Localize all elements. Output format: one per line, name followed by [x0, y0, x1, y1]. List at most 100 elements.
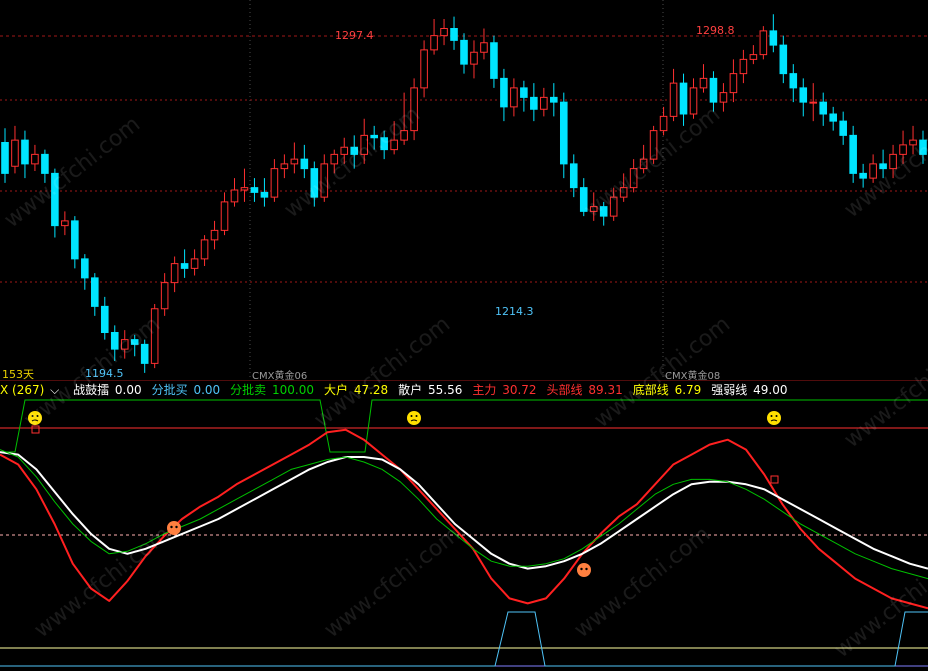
- candle-up: [899, 130, 907, 164]
- candle-down: [180, 249, 189, 278]
- candle-down: [81, 254, 89, 290]
- candle-up: [809, 83, 818, 122]
- candle-body: [420, 49, 428, 89]
- candle-down: [1, 128, 9, 183]
- candle-up: [619, 173, 628, 202]
- candle-body: [829, 113, 837, 122]
- candle-down: [799, 78, 808, 117]
- candle-body: [689, 87, 698, 115]
- signal-box-1: [31, 425, 40, 434]
- candle-down: [789, 64, 798, 103]
- candle-body: [460, 39, 468, 65]
- candle-body: [869, 163, 877, 179]
- candle-body: [779, 44, 788, 75]
- candle-up: [889, 144, 897, 179]
- candle-body: [729, 73, 738, 94]
- candle-body: [280, 163, 289, 170]
- candle-body: [320, 163, 329, 198]
- candle-up: [160, 273, 169, 316]
- candle-up: [31, 144, 39, 171]
- candle-up: [470, 40, 478, 79]
- candle-down: [310, 161, 319, 207]
- candle-down: [490, 35, 498, 88]
- indicator-series-line: [0, 428, 928, 610]
- candle-down: [500, 68, 508, 122]
- candle-body: [51, 172, 59, 227]
- indicator-lines: [0, 428, 928, 610]
- candle-body: [240, 187, 249, 191]
- candle-down: [530, 83, 538, 122]
- candle-body: [759, 30, 768, 56]
- candle-body: [41, 153, 49, 174]
- candle-body: [190, 258, 199, 269]
- candle-down: [779, 35, 788, 84]
- candle-body: [839, 120, 847, 136]
- candle-body: [380, 137, 388, 151]
- candle-body: [250, 187, 259, 193]
- candle-body: [140, 343, 149, 364]
- candle-body: [849, 134, 857, 174]
- candle-body: [799, 87, 808, 103]
- candle-body: [11, 139, 19, 167]
- candle-body: [81, 258, 89, 279]
- candle-body: [350, 146, 359, 155]
- candle-body: [260, 191, 269, 198]
- candle-body: [91, 277, 99, 307]
- candle-body: [879, 163, 887, 170]
- candle-up: [200, 235, 209, 266]
- indicator-chart[interactable]: [0, 380, 928, 671]
- candle-body: [370, 134, 378, 139]
- candle-down: [260, 178, 269, 207]
- candle-up: [749, 45, 758, 65]
- candle-body: [340, 146, 349, 155]
- candle-body: [510, 87, 518, 108]
- candle-up: [61, 211, 69, 236]
- candle-body: [430, 35, 438, 51]
- candle-up: [360, 118, 369, 164]
- candle-body: [120, 339, 129, 350]
- candle-body: [410, 87, 418, 132]
- candle-down: [849, 125, 857, 183]
- candle-down: [450, 16, 458, 50]
- candle-body: [470, 51, 478, 65]
- candle-body: [390, 139, 398, 151]
- candle-down: [41, 149, 49, 183]
- candle-body: [450, 28, 458, 41]
- candle-up: [440, 19, 448, 46]
- candle-down: [879, 149, 887, 179]
- candle-down: [679, 73, 688, 126]
- candle-down: [51, 168, 59, 238]
- candle-up: [669, 68, 678, 122]
- candle-down: [550, 83, 558, 117]
- candle-body: [21, 139, 29, 165]
- price-candlestick-chart[interactable]: [0, 0, 928, 380]
- candle-body: [819, 101, 828, 115]
- candle-body: [300, 158, 309, 170]
- smiley-icon-2: [407, 411, 421, 425]
- angry-face-icon-1: [167, 521, 181, 535]
- candle-body: [200, 239, 209, 260]
- candle-up: [649, 125, 658, 164]
- candle-down: [21, 130, 29, 179]
- candle-body: [719, 92, 728, 103]
- candle-down: [559, 92, 568, 179]
- candle-body: [569, 163, 578, 189]
- candle-down: [829, 106, 837, 131]
- candle-down: [859, 163, 867, 188]
- low-price-label-2: 1214.3: [495, 305, 534, 318]
- candle-up: [739, 49, 748, 84]
- candle-down: [709, 71, 718, 112]
- candle-up: [699, 64, 708, 93]
- candle-body: [61, 220, 69, 227]
- candle-down: [300, 144, 309, 179]
- candle-up: [659, 106, 668, 136]
- candle-up: [759, 26, 768, 60]
- candle-up: [340, 137, 349, 164]
- candle-body: [749, 54, 758, 60]
- signal-box-2: [770, 475, 779, 484]
- candle-body: [360, 134, 369, 155]
- candle-up: [280, 154, 289, 179]
- candle-down: [110, 325, 119, 361]
- candle-body: [609, 196, 618, 217]
- candle-down: [819, 92, 828, 126]
